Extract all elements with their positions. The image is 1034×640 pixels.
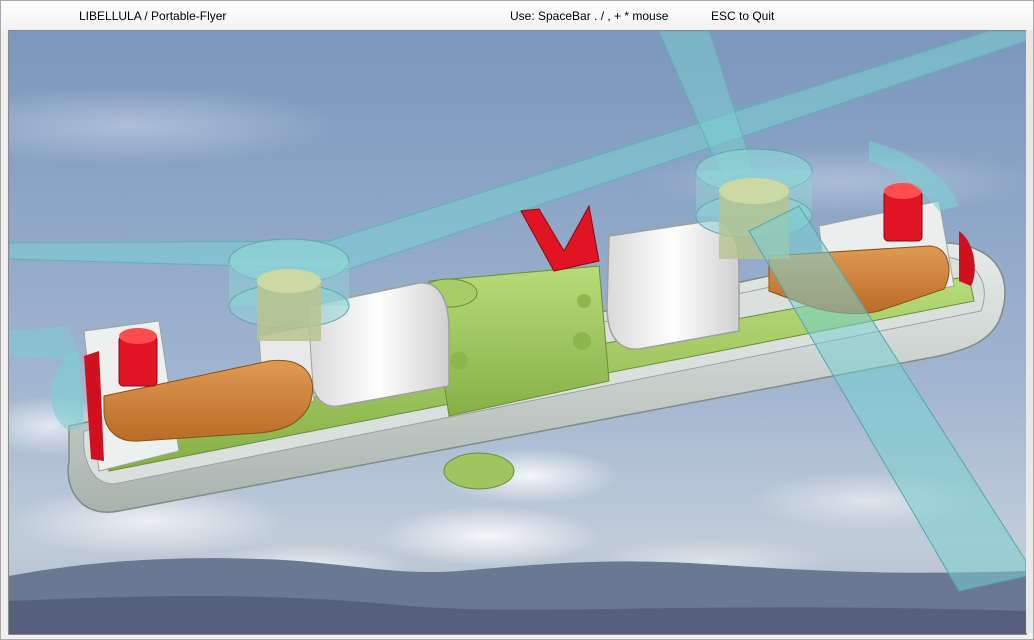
right-edge-strip [1026,30,1033,633]
quit-hint: ESC to Quit [711,9,775,23]
window-title: LIBELLULA / Portable-Flyer [79,9,227,23]
rotor-blade-left [9,326,79,361]
app-window: LIBELLULA / Portable-Flyer Use: SpaceBar… [0,0,1034,640]
scene-canvas[interactable] [9,31,1026,634]
3d-viewport[interactable] [8,30,1027,635]
title-bar[interactable]: LIBELLULA / Portable-Flyer Use: SpaceBar… [1,1,1033,29]
controls-hint: Use: SpaceBar . / , + * mouse [510,9,669,23]
